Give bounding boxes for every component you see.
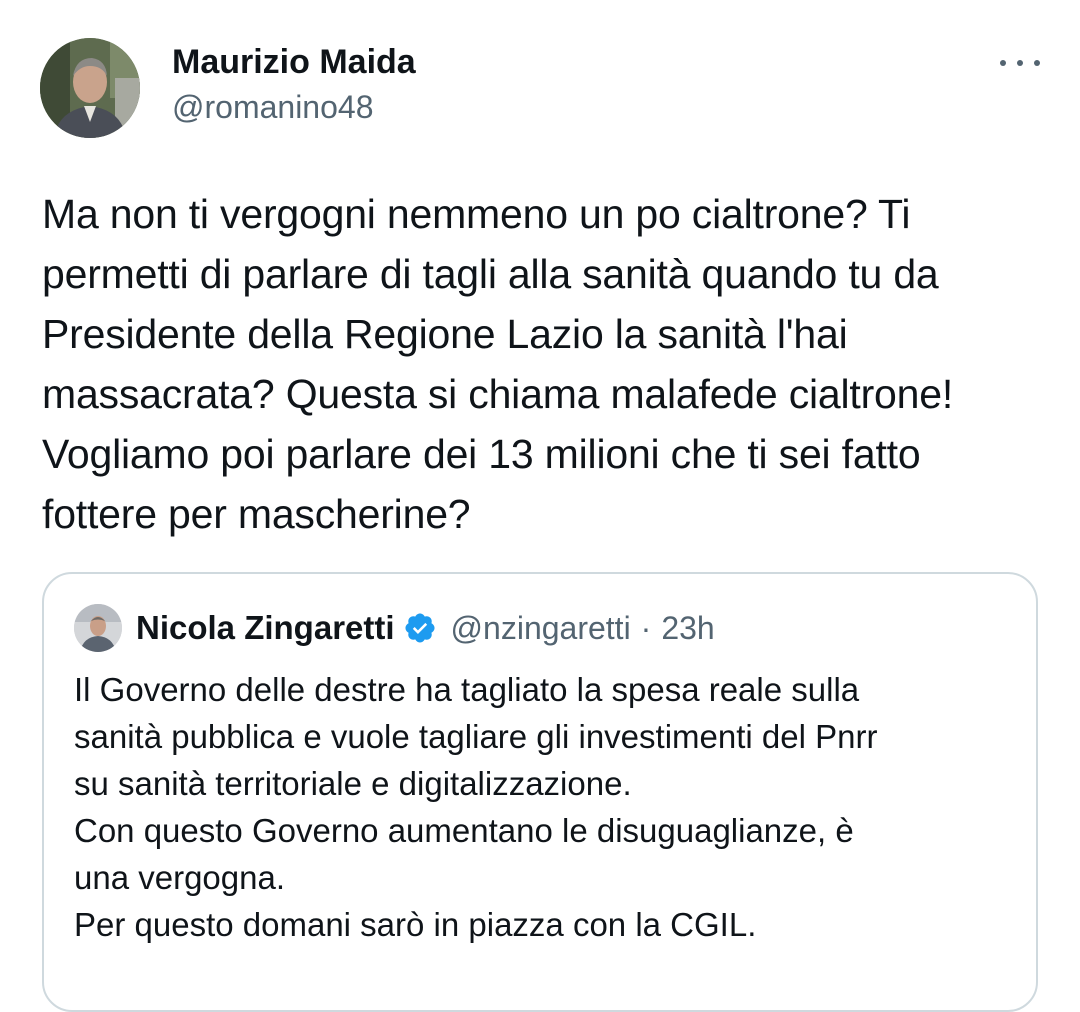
- tweet-header: Maurizio Maida @romanino48: [40, 38, 1040, 138]
- quoted-author-handle: @nzingaretti: [450, 610, 631, 646]
- quoted-author-avatar: [74, 604, 122, 652]
- avatar-photo: [40, 38, 140, 138]
- quoted-avatar-photo: [74, 604, 122, 652]
- author-handle[interactable]: @romanino48: [172, 86, 416, 128]
- more-dot: [1034, 60, 1040, 66]
- quoted-timestamp[interactable]: 23h: [661, 606, 714, 650]
- separator-dot: ·: [640, 610, 652, 646]
- quoted-tweet[interactable]: Nicola Zingaretti @nzingaretti · 23h Il …: [42, 572, 1038, 1012]
- quoted-author-display-name: Nicola Zingaretti: [136, 609, 395, 646]
- author-display-name[interactable]: Maurizio Maida: [172, 40, 416, 84]
- quoted-tweet-header: Nicola Zingaretti @nzingaretti · 23h: [74, 604, 715, 652]
- more-dot: [1000, 60, 1006, 66]
- more-icon[interactable]: [1000, 48, 1040, 78]
- tweet-text: Ma non ti vergogni nemmeno un po cialtro…: [42, 191, 954, 537]
- author-avatar[interactable]: [40, 38, 140, 138]
- author-names: Maurizio Maida @romanino48: [172, 40, 416, 128]
- verified-badge-icon: [405, 613, 435, 643]
- tweet-card: Maurizio Maida @romanino48 Ma non ti ver…: [0, 0, 1080, 1012]
- quoted-tweet-text: Il Governo delle destre ha tagliato la s…: [74, 671, 878, 943]
- more-dot: [1017, 60, 1023, 66]
